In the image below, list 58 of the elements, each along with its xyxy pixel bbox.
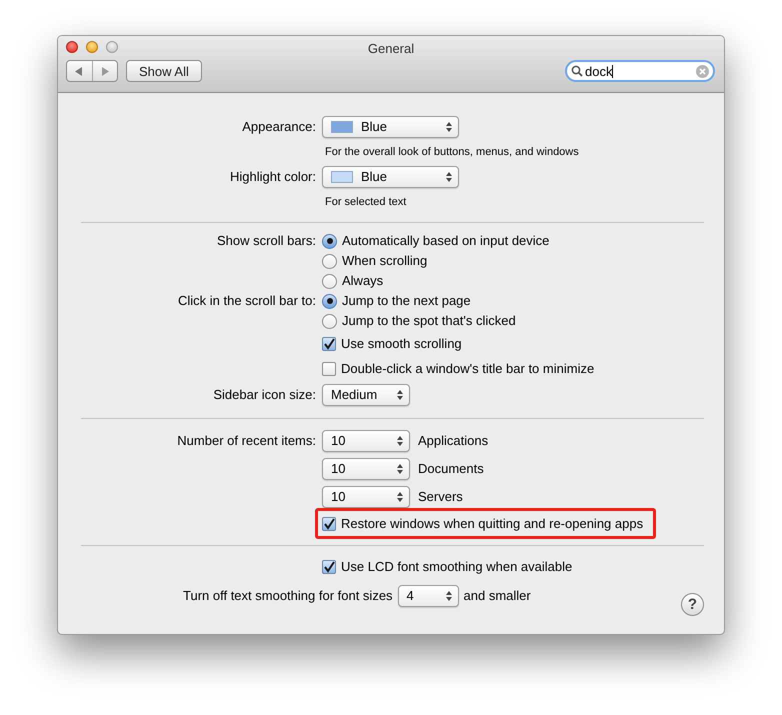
checkbox[interactable] bbox=[322, 560, 336, 574]
popup-button[interactable]: Blue bbox=[322, 116, 459, 138]
option-label: When scrolling bbox=[342, 252, 428, 270]
setting-label: Servers bbox=[418, 488, 463, 506]
option-label: Use smooth scrolling bbox=[341, 334, 462, 353]
close-button[interactable] bbox=[66, 41, 78, 53]
stepper-arrows-icon bbox=[397, 464, 403, 474]
stepper-arrows-icon bbox=[397, 436, 403, 446]
minimize-button[interactable] bbox=[86, 41, 98, 53]
help-button[interactable]: ? bbox=[681, 593, 704, 616]
zoom-button[interactable] bbox=[106, 41, 118, 53]
search-field[interactable]: dock bbox=[565, 60, 715, 82]
option-label: Use LCD font smoothing when available bbox=[341, 558, 572, 576]
option-label: Always bbox=[342, 272, 384, 290]
popup-button[interactable]: 10 bbox=[322, 430, 410, 452]
popup-button[interactable]: Blue bbox=[322, 166, 459, 188]
stepper-arrows-icon bbox=[446, 172, 452, 182]
setting-label: and smaller bbox=[464, 587, 531, 606]
popup-button[interactable]: Medium bbox=[322, 384, 410, 406]
radio-button[interactable] bbox=[322, 274, 337, 288]
search-icon bbox=[571, 65, 583, 77]
stepper-arrows-icon bbox=[446, 122, 452, 132]
hint-text: For selected text bbox=[325, 194, 406, 210]
setting-label: Applications bbox=[418, 432, 488, 450]
hint-text: For the overall look of buttons, menus, and windows bbox=[325, 144, 579, 160]
setting-label: Click in the scroll bar to: bbox=[178, 293, 316, 308]
setting-label: Highlight color: bbox=[230, 169, 316, 184]
checkbox[interactable] bbox=[322, 336, 336, 350]
option-label: Automatically based on input device bbox=[342, 232, 550, 250]
setting-label: Number of recent items: bbox=[177, 433, 316, 448]
stepper-arrows-icon bbox=[446, 591, 452, 601]
show-all-button[interactable]: Show All bbox=[126, 60, 202, 82]
radio-button[interactable] bbox=[322, 254, 337, 268]
option-label: Jump to the next page bbox=[342, 292, 471, 310]
clear-icon[interactable] bbox=[696, 64, 709, 78]
window-title: General bbox=[368, 40, 414, 58]
setting-label: Turn off text smoothing for font sizes bbox=[183, 587, 393, 606]
option-label: Double-click a window's title bar to minimize bbox=[341, 360, 594, 378]
search-text: dock bbox=[585, 64, 614, 78]
checkbox[interactable] bbox=[322, 516, 336, 530]
stepper-arrows-icon bbox=[397, 390, 403, 400]
forward-icon[interactable] bbox=[100, 66, 109, 76]
radio-button[interactable] bbox=[322, 294, 337, 308]
setting-label: Documents bbox=[418, 460, 484, 478]
stepper-arrows-icon bbox=[397, 492, 403, 502]
setting-label: Sidebar icon size: bbox=[213, 387, 316, 402]
popup-button[interactable]: 10 bbox=[322, 486, 410, 508]
back-icon[interactable] bbox=[75, 66, 84, 76]
back-forward-control[interactable] bbox=[66, 60, 118, 82]
checkbox[interactable] bbox=[322, 362, 336, 376]
setting-label: Appearance: bbox=[242, 119, 316, 134]
radio-button[interactable] bbox=[322, 314, 337, 328]
setting-label: Show scroll bars: bbox=[217, 233, 316, 248]
option-label: Restore windows when quitting and re-opening apps bbox=[341, 514, 644, 533]
radio-button[interactable] bbox=[322, 234, 337, 248]
option-label: Jump to the spot that's clicked bbox=[342, 312, 516, 330]
popup-button[interactable]: 10 bbox=[322, 458, 410, 480]
popup-button[interactable]: 4 bbox=[398, 585, 459, 607]
